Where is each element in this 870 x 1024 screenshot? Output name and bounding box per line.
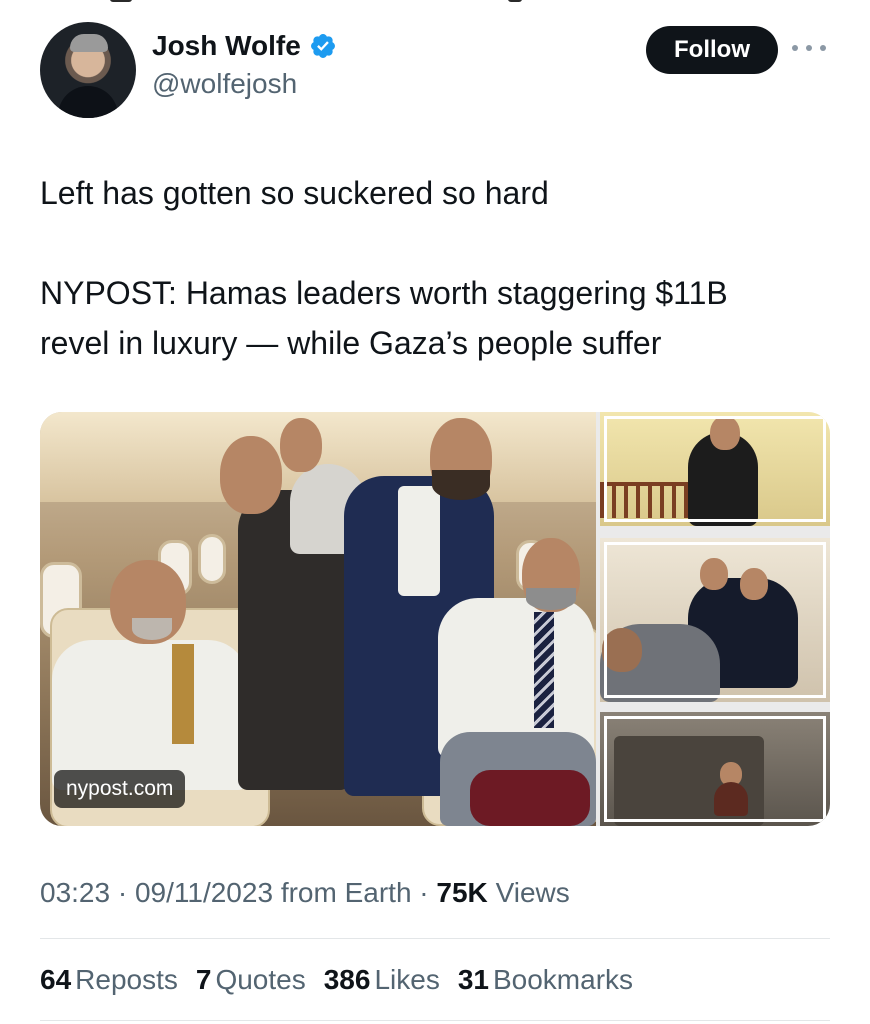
reposts-label: Reposts (75, 964, 178, 995)
avatar[interactable] (40, 22, 136, 118)
inset-photo-bottom[interactable] (600, 712, 830, 826)
meta-separator: · (117, 877, 128, 908)
views-count: 75K (436, 877, 488, 908)
quotes-count: 7 (195, 964, 212, 995)
bookmarks-stat[interactable]: 31 Bookmarks (458, 960, 633, 1000)
inset-photo-middle[interactable] (600, 538, 830, 702)
reposts-stat[interactable]: 64 Reposts (40, 960, 178, 1000)
likes-stat[interactable]: 386 Likes (324, 960, 440, 1000)
tweet-media[interactable]: nypost.com (40, 412, 830, 826)
tweet-line: NYPOST: Hamas leaders worth staggering $… (40, 275, 728, 311)
author-handle[interactable]: @wolfejosh (152, 66, 337, 102)
author-name-row[interactable]: Josh Wolfe (152, 28, 337, 64)
quotes-stat[interactable]: 7 Quotes (196, 960, 306, 1000)
likes-count: 386 (323, 964, 371, 995)
more-options-icon[interactable] (792, 36, 826, 60)
source-badge: nypost.com (54, 770, 186, 808)
reposts-count: 64 (40, 964, 72, 995)
inset-photo-top[interactable] (600, 412, 830, 526)
author-block: Josh Wolfe @wolfejosh (152, 28, 337, 102)
follow-button[interactable]: Follow (646, 26, 778, 74)
tweet-line: Left has gotten so suckered so hard (40, 175, 549, 211)
meta-separator: · (419, 877, 429, 908)
tweet-text: Left has gotten so suckered so hard NYPO… (40, 168, 830, 368)
tweet-date[interactable]: 09/11/2023 (135, 877, 273, 908)
bookmarks-label: Bookmarks (492, 964, 634, 995)
divider (40, 1020, 830, 1021)
jet-cabin-photo[interactable]: nypost.com (40, 412, 596, 826)
quotes-label: Quotes (215, 964, 306, 995)
views-label: Views (495, 877, 570, 908)
tweet-client: from Earth (280, 877, 412, 908)
divider (40, 938, 830, 939)
verified-badge-icon (310, 34, 335, 58)
previous-post-edge (0, 0, 870, 8)
likes-label: Likes (374, 964, 440, 995)
tweet-time[interactable]: 03:23 (40, 877, 110, 908)
tweet-line: revel in luxury — while Gaza’s people su… (40, 325, 662, 361)
tweet-header: Josh Wolfe @wolfejosh Follow (40, 22, 830, 122)
engagement-stats: 64 Reposts 7 Quotes 386 Likes 31 Bookmarks (40, 960, 633, 1000)
bookmarks-count: 31 (457, 964, 489, 995)
tweet-meta: 03:23 · 09/11/2023 from Earth · 75K View… (40, 873, 570, 913)
author-display-name[interactable]: Josh Wolfe (152, 28, 301, 64)
